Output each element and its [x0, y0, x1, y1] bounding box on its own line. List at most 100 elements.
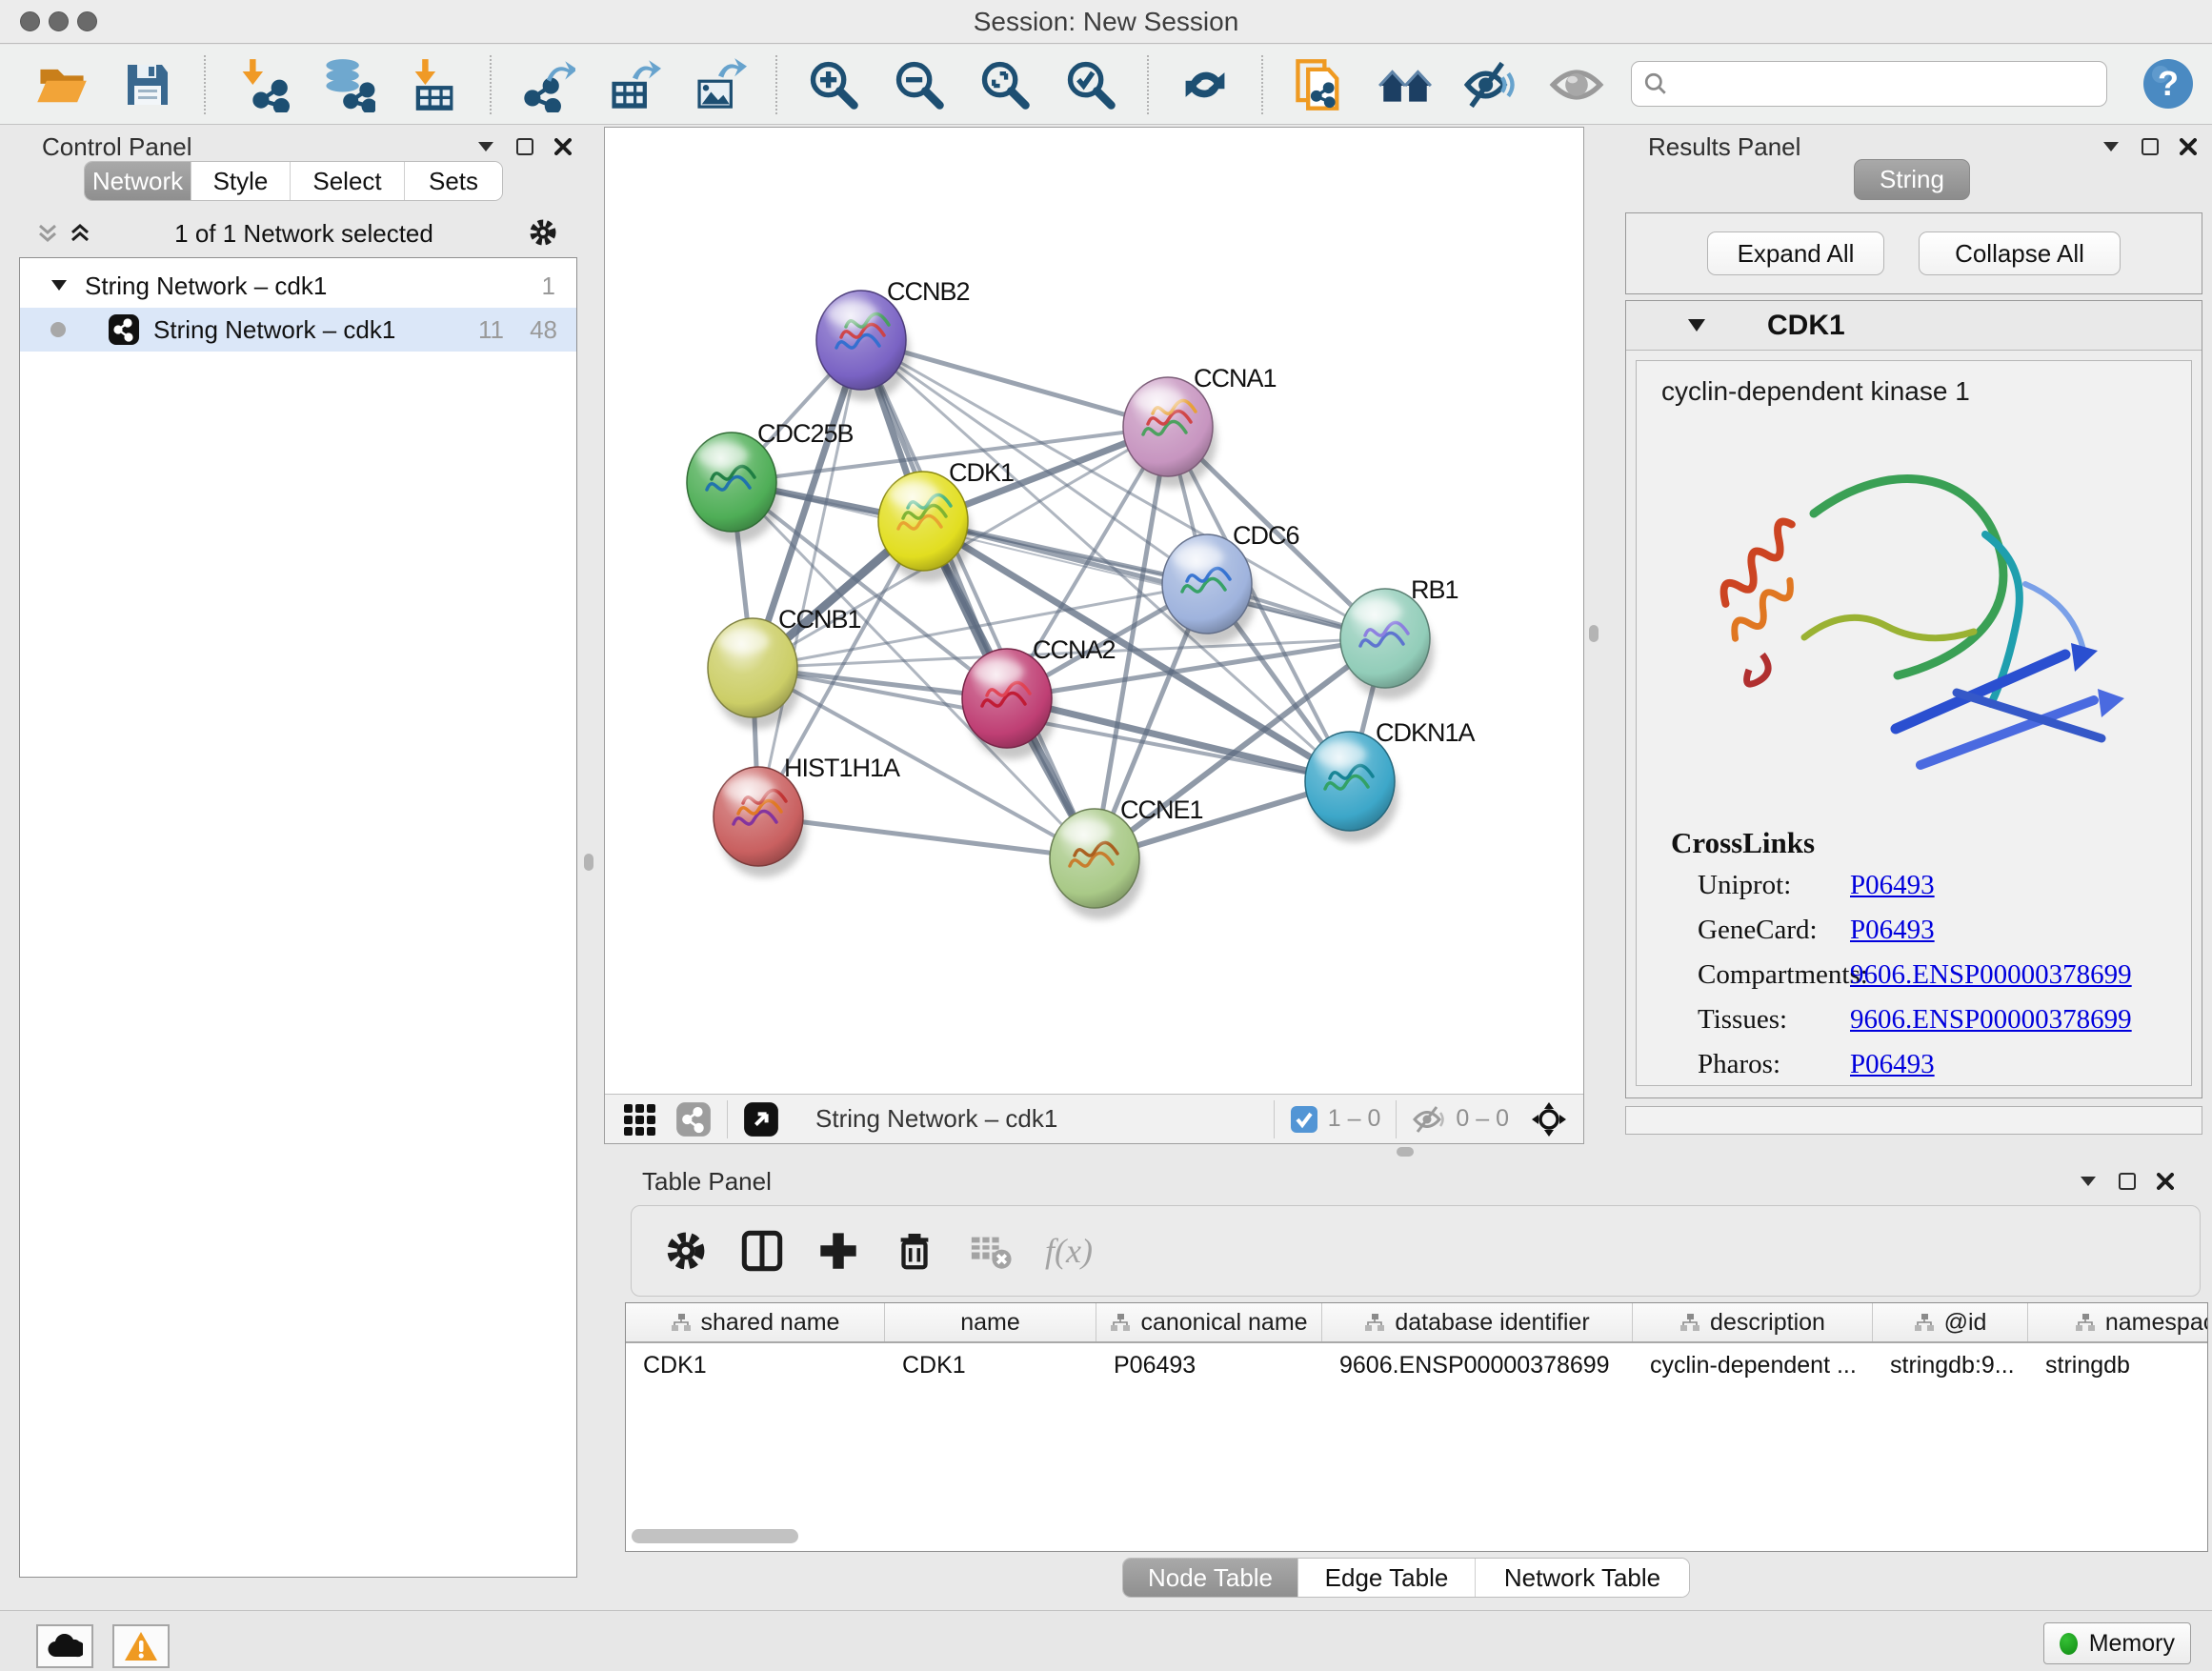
close-panel-icon[interactable]: [554, 138, 572, 155]
tab-sets[interactable]: Sets: [405, 162, 502, 200]
hide-selected-button[interactable]: [1461, 55, 1520, 114]
close-window-button[interactable]: [20, 11, 40, 31]
tab-select[interactable]: Select: [291, 162, 405, 200]
panel-menu-icon[interactable]: [2101, 140, 2121, 153]
results-scroll-strip[interactable]: [1625, 1106, 2202, 1135]
create-column-button[interactable]: [816, 1229, 860, 1273]
export-network-button[interactable]: [518, 55, 577, 114]
delete-table-button[interactable]: [969, 1229, 1013, 1273]
export-table-button[interactable]: [604, 55, 663, 114]
column-header-shared-name[interactable]: shared name: [626, 1303, 885, 1341]
table-cell[interactable]: stringdb: [2028, 1343, 2208, 1387]
float-panel-icon[interactable]: [2119, 1173, 2136, 1190]
search-input[interactable]: [1678, 70, 2095, 97]
bottom-splitter-handle[interactable]: [1397, 1147, 1414, 1157]
open-external-icon[interactable]: [743, 1101, 779, 1137]
crosslink-link[interactable]: 9606.ENSP00000378699: [1850, 1004, 2132, 1036]
save-session-button[interactable]: [118, 55, 177, 114]
network-edge-CCNE1-HIST1H1A[interactable]: [758, 816, 1095, 858]
table-row[interactable]: CDK1CDK1P064939606.ENSP00000378699cyclin…: [626, 1343, 2207, 1387]
tab-edge-table[interactable]: Edge Table: [1298, 1559, 1476, 1597]
tab-style[interactable]: Style: [191, 162, 291, 200]
first-neighbors-button[interactable]: [1376, 55, 1435, 114]
column-header-name[interactable]: name: [885, 1303, 1096, 1341]
network-node-CCNA2[interactable]: [962, 649, 1056, 759]
network-node-CDK1[interactable]: [878, 472, 972, 582]
crosslink-link[interactable]: P06493: [1850, 870, 1935, 901]
column-header-database-identifier[interactable]: database identifier: [1322, 1303, 1633, 1341]
crosslink-link[interactable]: P06493: [1850, 915, 1935, 946]
new-network-from-selection-button[interactable]: [1290, 55, 1349, 114]
right-splitter-handle[interactable]: [1589, 625, 1599, 642]
network-node-HIST1H1A[interactable]: [714, 767, 807, 877]
expand-all-button[interactable]: Expand All: [1707, 232, 1884, 275]
tab-node-table[interactable]: Node Table: [1123, 1559, 1298, 1597]
apply-layout-button[interactable]: [1176, 55, 1235, 114]
minimize-window-button[interactable]: [49, 11, 69, 31]
column-header-canonical-name[interactable]: canonical name: [1096, 1303, 1322, 1341]
warnings-button[interactable]: [112, 1624, 170, 1668]
zoom-selected-button[interactable]: [1061, 55, 1120, 114]
import-network-button[interactable]: [232, 55, 292, 114]
gene-expander-icon[interactable]: [1687, 318, 1706, 332]
network-node-CCNB2[interactable]: [816, 291, 910, 401]
panel-menu-icon[interactable]: [2079, 1175, 2098, 1188]
gene-header[interactable]: CDK1: [1626, 301, 2202, 351]
memory-button[interactable]: Memory: [2043, 1622, 2191, 1664]
column-header-namespace[interactable]: namespace: [2028, 1303, 2208, 1341]
horizontal-scrollbar[interactable]: [632, 1529, 798, 1543]
export-image-button[interactable]: [690, 55, 749, 114]
zoom-out-button[interactable]: [890, 55, 949, 114]
network-edge-CCNB2-HIST1H1A[interactable]: [758, 340, 861, 816]
float-panel-icon[interactable]: [2142, 138, 2159, 155]
table-cell[interactable]: cyclin-dependent ...: [1633, 1343, 1873, 1387]
selected-checkbox-icon[interactable]: [1290, 1105, 1318, 1134]
table-cell[interactable]: CDK1: [626, 1343, 885, 1387]
import-table-button[interactable]: [404, 55, 463, 114]
zoom-in-button[interactable]: [804, 55, 863, 114]
left-splitter-handle[interactable]: [584, 854, 593, 871]
network-node-CCNE1[interactable]: [1050, 809, 1143, 919]
collapse-all-button[interactable]: Collapse All: [1919, 232, 2121, 275]
birds-eye-grid-icon[interactable]: [622, 1102, 656, 1137]
zoom-window-button[interactable]: [77, 11, 97, 31]
network-collection-row[interactable]: String Network – cdk1 1: [20, 264, 576, 308]
close-panel-icon[interactable]: [2157, 1173, 2174, 1190]
pan-crosshair-icon[interactable]: [1530, 1100, 1568, 1138]
network-node-CDKN1A[interactable]: [1305, 732, 1398, 842]
close-panel-icon[interactable]: [2180, 138, 2197, 155]
import-network-from-database-button[interactable]: [318, 55, 377, 114]
table-cell[interactable]: 9606.ENSP00000378699: [1322, 1343, 1633, 1387]
network-node-CDC25B[interactable]: [687, 433, 780, 543]
network-canvas[interactable]: CCNB2CCNA1CDC25BCDK1CDC6RB1CCNB1CCNA2CDK…: [605, 128, 1583, 1094]
show-all-button[interactable]: [1547, 55, 1606, 114]
column-header-description[interactable]: description: [1633, 1303, 1873, 1341]
toolbar-search[interactable]: [1631, 61, 2107, 107]
function-builder-button[interactable]: f(x): [1045, 1231, 1093, 1271]
string-badge-icon[interactable]: [675, 1101, 712, 1137]
cloud-button[interactable]: [36, 1624, 93, 1668]
help-button[interactable]: ?: [2142, 57, 2195, 115]
network-node-CDC6[interactable]: [1162, 534, 1256, 645]
tab-string[interactable]: String: [1854, 159, 1970, 200]
table-cell[interactable]: stringdb:9...: [1873, 1343, 2028, 1387]
zoom-fit-button[interactable]: [975, 55, 1035, 114]
table-cell[interactable]: P06493: [1096, 1343, 1322, 1387]
tab-network[interactable]: Network: [85, 162, 191, 200]
column-header--id[interactable]: @id: [1873, 1303, 2028, 1341]
network-options-gear-icon[interactable]: [528, 217, 558, 248]
tab-network-table[interactable]: Network Table: [1476, 1559, 1689, 1597]
hidden-eye-icon[interactable]: [1412, 1105, 1446, 1134]
network-row[interactable]: String Network – cdk1 11 48: [20, 308, 576, 352]
crosslink-link[interactable]: 9606.ENSP00000378699: [1850, 959, 2132, 991]
network-node-RB1[interactable]: [1340, 589, 1434, 699]
network-node-CCNA1[interactable]: [1123, 377, 1217, 488]
open-session-button[interactable]: [32, 55, 91, 114]
panel-menu-icon[interactable]: [476, 140, 495, 153]
crosslink-link[interactable]: P06493: [1850, 1049, 1935, 1080]
show-columns-button[interactable]: [740, 1229, 784, 1273]
table-cell[interactable]: CDK1: [885, 1343, 1096, 1387]
tree-expander-icon[interactable]: [50, 279, 68, 292]
delete-column-button[interactable]: [893, 1229, 936, 1273]
float-panel-icon[interactable]: [516, 138, 533, 155]
